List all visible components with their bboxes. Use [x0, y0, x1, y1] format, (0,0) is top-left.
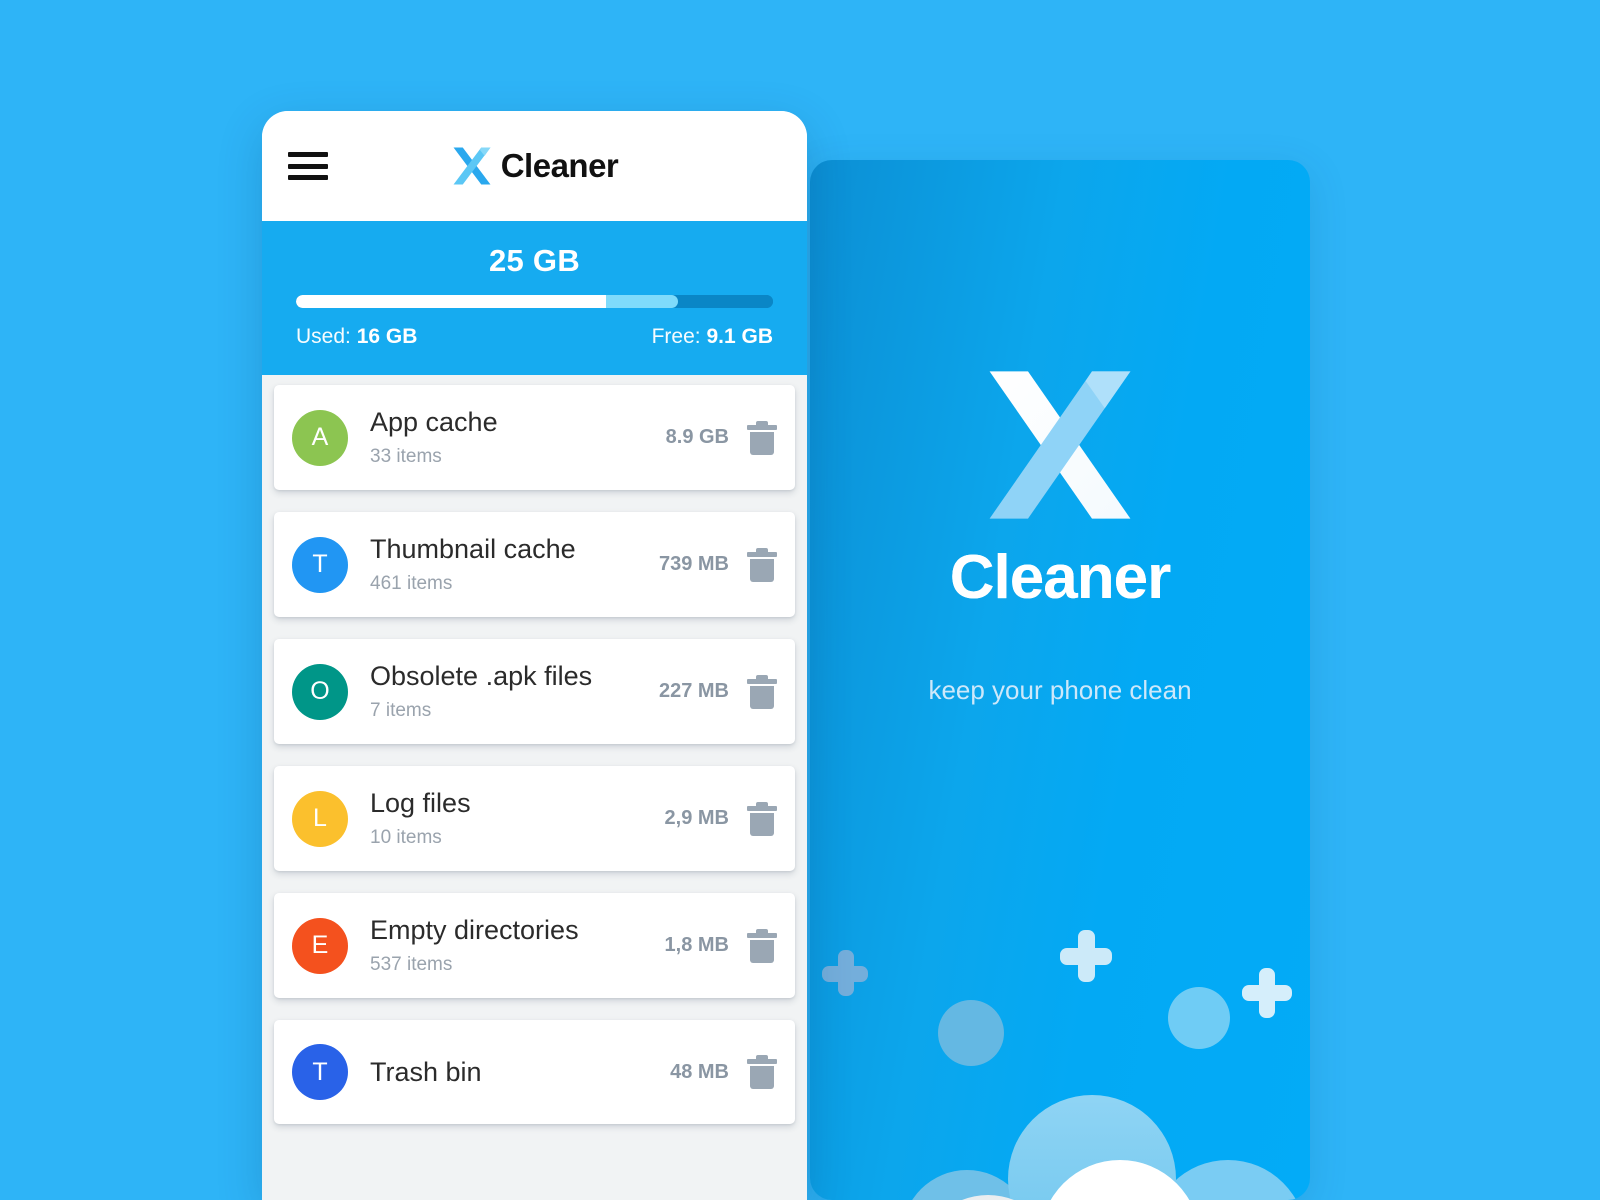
category-avatar: T: [292, 536, 348, 593]
category-size: 48 MB: [670, 1060, 729, 1083]
plus-decoration-top: [1060, 930, 1112, 982]
list-item[interactable]: T Trash bin 48 MB: [274, 1020, 795, 1125]
category-meta: Thumbnail cache 461 items: [370, 534, 659, 595]
storage-progress-bar: [296, 295, 773, 308]
category-count: 537 items: [370, 954, 453, 976]
cleanup-category-list: A App cache 33 items 8.9 GB T Thumbnail cache…: [262, 375, 807, 1125]
storage-free: Free: 9.1 GB: [652, 325, 773, 349]
category-title: Obsolete .apk files: [370, 661, 593, 692]
storage-bar-cleanable: [606, 295, 678, 308]
category-title: Empty directories: [370, 915, 579, 946]
category-meta: App cache 33 items: [370, 407, 666, 468]
avatar-initial: A: [311, 423, 329, 452]
category-meta: Obsolete .apk files 7 items: [370, 661, 659, 722]
category-avatar: A: [292, 409, 348, 466]
avatar-initial: O: [310, 677, 330, 706]
avatar-initial: L: [313, 804, 327, 833]
category-avatar: L: [292, 790, 348, 847]
bubble-decoration-left: [938, 1000, 1004, 1066]
x-logo-icon: [453, 147, 491, 185]
trash-icon[interactable]: [747, 1055, 777, 1090]
storage-bar-free: [677, 295, 773, 308]
category-avatar: O: [292, 663, 348, 720]
burger-line: [288, 175, 328, 180]
category-count: 33 items: [370, 446, 442, 468]
list-item[interactable]: A App cache 33 items 8.9 GB: [274, 385, 795, 491]
category-title: Thumbnail cache: [370, 534, 576, 565]
list-item[interactable]: L Log files 10 items 2,9 MB: [274, 766, 795, 872]
category-size: 739 MB: [658, 553, 729, 576]
avatar-initial: T: [312, 1057, 328, 1086]
avatar-initial: T: [312, 550, 328, 579]
category-count: 10 items: [370, 827, 442, 849]
category-size: 8.9 GB: [665, 426, 729, 449]
phone-mockup: Cleaner 25 GB Used: 16 GB Free: 9.1 GB A…: [262, 111, 807, 1200]
category-count: 461 items: [370, 573, 453, 595]
trash-icon[interactable]: [747, 547, 777, 582]
storage-legend: Used: 16 GB Free: 9.1 GB: [296, 325, 773, 349]
storage-bar-used: [296, 295, 607, 308]
plus-decoration-large-left: [822, 950, 868, 996]
list-item[interactable]: E Empty directories 537 items 1,8 MB: [274, 893, 795, 999]
storage-used: Used: 16 GB: [296, 325, 417, 349]
app-brand: Cleaner: [262, 111, 807, 221]
bubble-decoration-right: [1168, 987, 1230, 1049]
category-count: 7 items: [370, 700, 432, 722]
trash-icon[interactable]: [747, 420, 777, 455]
burger-line: [288, 152, 328, 157]
list-item[interactable]: T Thumbnail cache 461 items 739 MB: [274, 512, 795, 618]
category-title: Trash bin: [370, 1056, 482, 1087]
app-title: Cleaner: [500, 147, 619, 184]
category-size: 1,8 MB: [664, 934, 729, 957]
screenshot-root: Cleaner keep your phone clean Cleaner 25…: [0, 0, 1600, 1200]
promo-tagline: keep your phone clean: [928, 675, 1192, 705]
category-size: 2,9 MB: [664, 807, 729, 830]
category-meta: Empty directories 537 items: [370, 915, 665, 976]
category-meta: Trash bin: [370, 1057, 670, 1088]
app-bar: Cleaner: [262, 111, 807, 221]
avatar-initial: E: [311, 931, 329, 960]
storage-total: 25 GB: [488, 243, 581, 278]
trash-icon[interactable]: [747, 674, 777, 709]
x-logo-icon: [980, 365, 1140, 525]
storage-used-value: 16 GB: [356, 325, 418, 348]
burger-line: [288, 163, 328, 169]
storage-free-label: Free:: [651, 325, 701, 348]
category-meta: Log files 10 items: [370, 788, 665, 849]
promo-title: Cleaner: [810, 547, 1310, 609]
list-item[interactable]: O Obsolete .apk files 7 items 227 MB: [274, 639, 795, 745]
promo-panel: Cleaner keep your phone clean: [810, 160, 1310, 1200]
hamburger-menu-icon[interactable]: [288, 152, 328, 180]
storage-summary: 25 GB Used: 16 GB Free: 9.1 GB: [262, 221, 807, 375]
storage-free-value: 9.1 GB: [706, 325, 773, 348]
trash-icon[interactable]: [747, 801, 777, 836]
category-title: Log files: [370, 788, 471, 819]
category-avatar: T: [292, 1044, 348, 1101]
promo-logo: Cleaner: [810, 365, 1310, 609]
trash-icon[interactable]: [747, 928, 777, 963]
category-title: App cache: [370, 407, 498, 437]
category-avatar: E: [292, 917, 348, 974]
storage-used-label: Used:: [296, 325, 351, 348]
plus-decoration-right: [1242, 968, 1292, 1018]
category-size: 227 MB: [658, 680, 729, 703]
